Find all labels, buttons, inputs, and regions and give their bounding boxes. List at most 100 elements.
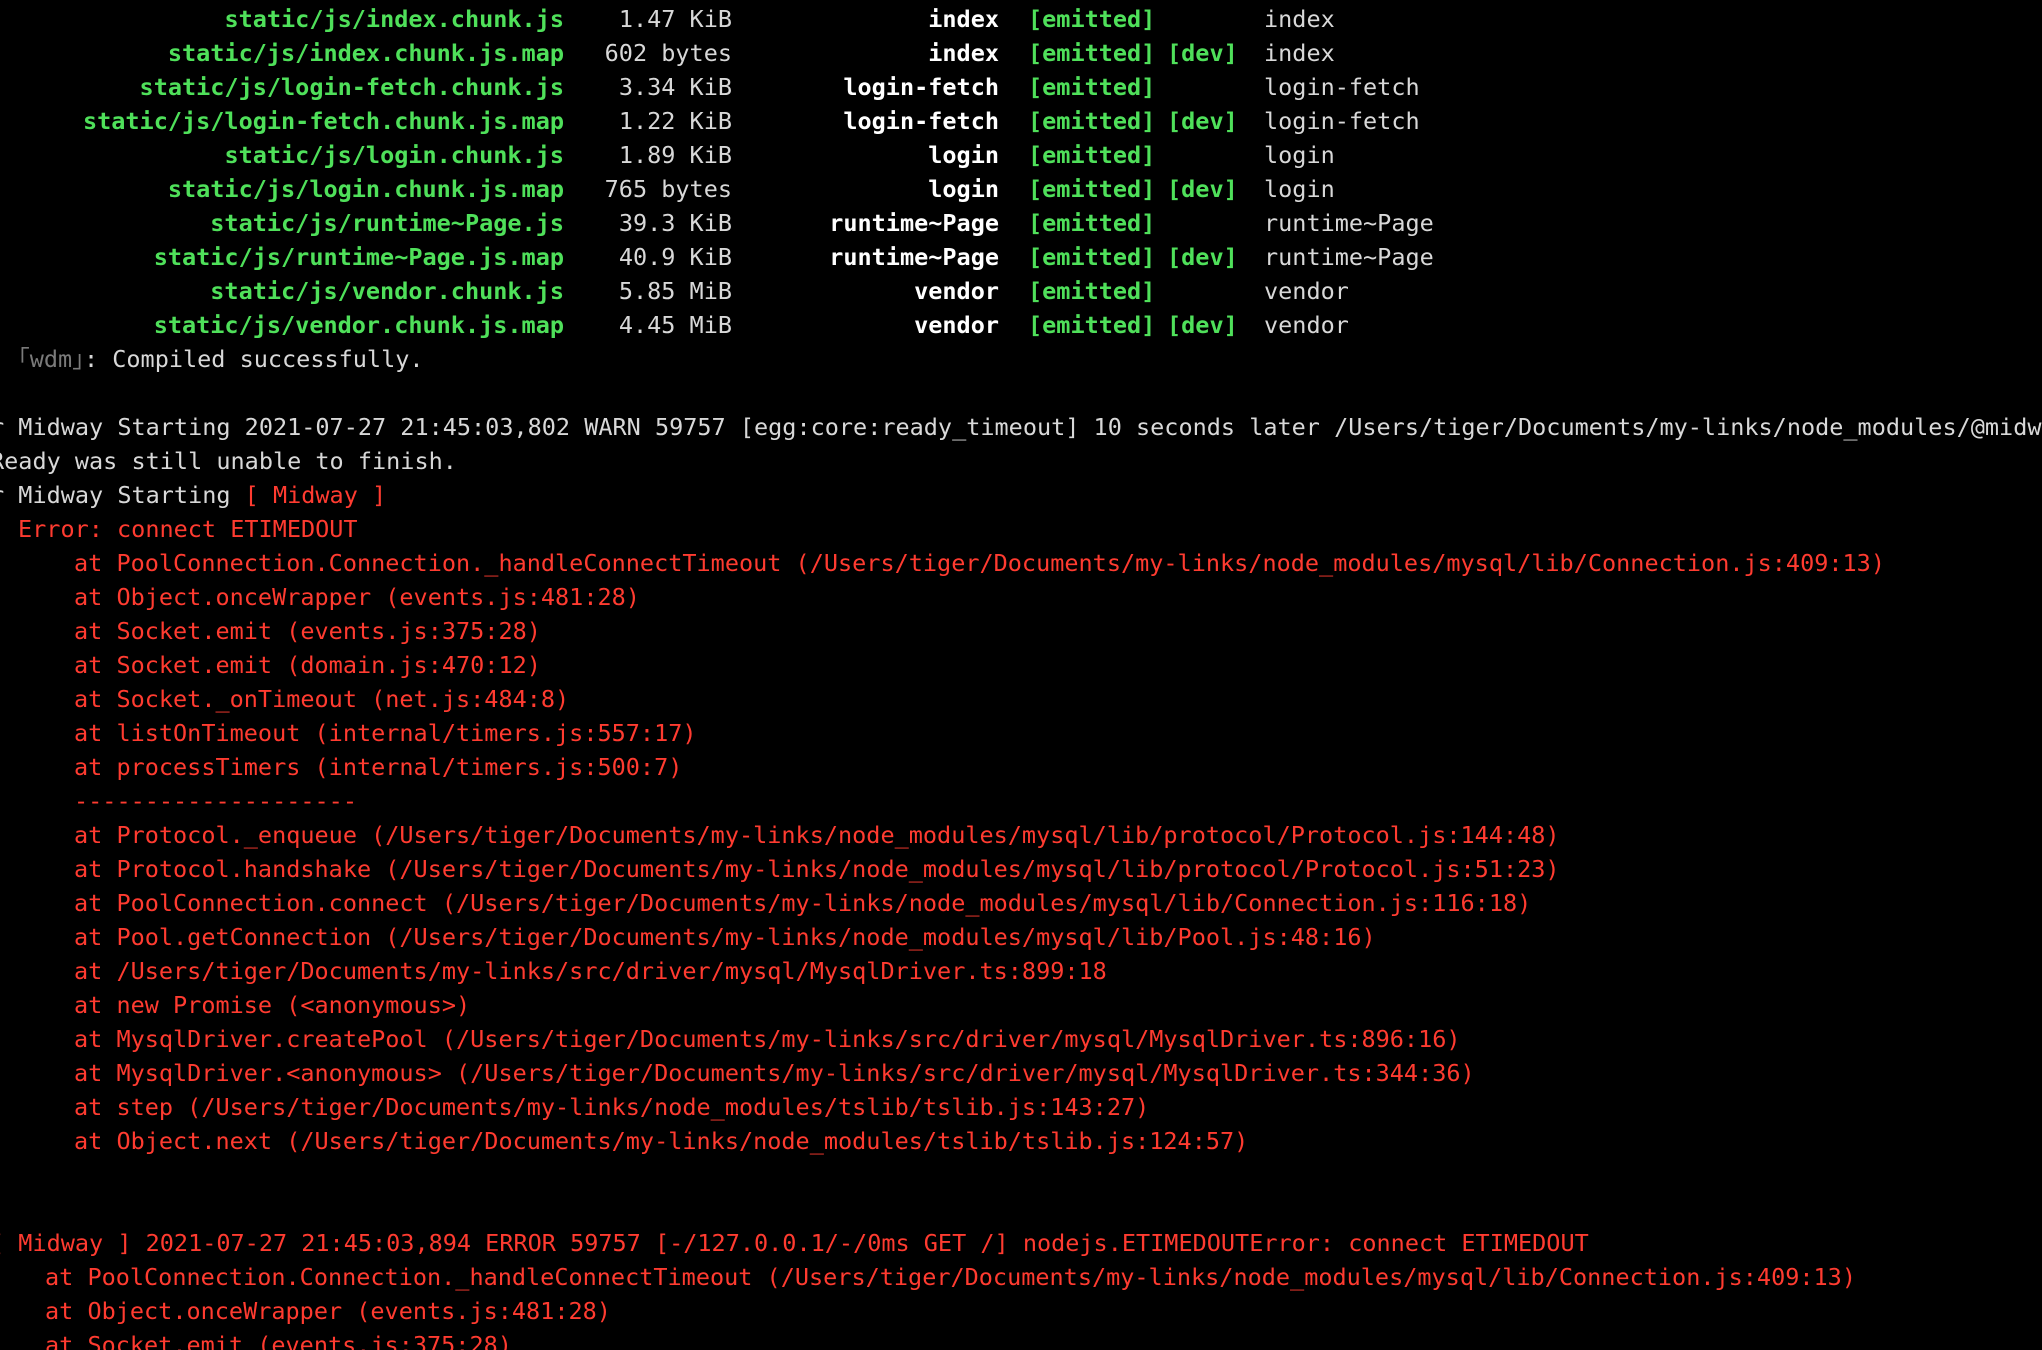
chunk-names: login-fetch <box>1264 73 1420 101</box>
log-text: at Socket.emit (domain.js:470:12) <box>74 651 541 679</box>
asset-name: static/js/vendor.chunk.js <box>210 277 564 305</box>
asset-row: static/js/vendor.chunk.js.map 4.45 MiB ven… <box>0 308 2042 342</box>
asset-row: static/js/index.chunk.js.map 602 bytes ind… <box>0 36 2042 70</box>
chunk-names: runtime~Page <box>1264 209 1434 237</box>
asset-chunks: vendor <box>914 277 999 305</box>
asset-name: static/js/index.chunk.js.map <box>167 39 564 67</box>
chunk-names: vendor <box>1264 277 1349 305</box>
asset-chunks: login-fetch <box>843 73 999 101</box>
log-line: at Protocol.handshake (/Users/tiger/Docu… <box>74 852 1560 886</box>
dev-flag: [dev] <box>1167 243 1238 271</box>
log-text: at Protocol.handshake (/Users/tiger/Docu… <box>74 855 1560 883</box>
asset-chunks: login-fetch <box>843 107 999 135</box>
asset-name: static/js/login-fetch.chunk.js <box>139 73 564 101</box>
log-line: r Midway Starting 2021-07-27 21:45:03,80… <box>0 410 2042 444</box>
asset-row: static/js/login.chunk.js.map 765 bytes log… <box>0 172 2042 206</box>
asset-size: 4.45 MiB <box>618 311 732 339</box>
log-line: at MysqlDriver.createPool (/Users/tiger/… <box>74 1022 1461 1056</box>
log-text: at /Users/tiger/Documents/my-links/src/d… <box>74 957 1107 985</box>
asset-size: 40.9 KiB <box>618 243 732 271</box>
asset-chunks: login <box>928 175 999 203</box>
asset-row: static/js/vendor.chunk.js 5.85 MiB vendor [… <box>0 274 2042 308</box>
asset-chunks: runtime~Page <box>829 209 999 237</box>
log-line: at new Promise (<anonymous>) <box>74 988 470 1022</box>
log-text: [ Midway ] 2021-07-27 21:45:03,894 ERROR… <box>0 1229 1589 1257</box>
dev-flag: [dev] <box>1167 39 1238 67</box>
emitted-flag: [emitted] <box>1028 107 1156 135</box>
asset-row: static/js/runtime~Page.js 39.3 KiB runtime… <box>0 206 2042 240</box>
asset-size: 3.34 KiB <box>618 73 732 101</box>
log-line: at PoolConnection.connect (/Users/tiger/… <box>74 886 1531 920</box>
asset-size: 1.22 KiB <box>618 107 732 135</box>
emitted-flag: [emitted] <box>1028 243 1156 271</box>
log-line: ｢wdm｣: Compiled successfully. <box>18 342 424 376</box>
asset-size: 1.47 KiB <box>618 5 732 33</box>
log-text: at Socket.emit (events.js:375:28) <box>74 617 541 645</box>
log-text: : Compiled successfully. <box>83 345 424 373</box>
log-line: at Socket.emit (domain.js:470:12) <box>74 648 541 682</box>
asset-row: static/js/login-fetch.chunk.js 3.34 KiB lo… <box>0 70 2042 104</box>
log-text: r Midway Starting 2021-07-27 21:45:03,80… <box>0 413 2042 441</box>
asset-name: static/js/runtime~Page.js.map <box>153 243 564 271</box>
emitted-flag: [emitted] <box>1028 277 1156 305</box>
emitted-flag: [emitted] <box>1028 73 1156 101</box>
dev-flag: [dev] <box>1167 311 1238 339</box>
asset-size: 39.3 KiB <box>618 209 732 237</box>
log-text: Error: connect ETIMEDOUT <box>18 515 358 543</box>
dev-flag: [dev] <box>1167 175 1238 203</box>
asset-name: static/js/index.chunk.js <box>224 5 564 33</box>
log-text: at PoolConnection.connect (/Users/tiger/… <box>74 889 1532 917</box>
emitted-flag: [emitted] <box>1028 311 1156 339</box>
log-line: -------------------- <box>74 784 357 818</box>
log-text: at Object.onceWrapper (events.js:481:28) <box>45 1297 611 1325</box>
log-line: at /Users/tiger/Documents/my-links/src/d… <box>74 954 1107 988</box>
emitted-flag: [emitted] <box>1028 141 1156 169</box>
log-text: at listOnTimeout (internal/timers.js:557… <box>74 719 697 747</box>
terminal-window[interactable]: static/js/index.chunk.js 1.47 KiB index [em… <box>0 0 2042 1350</box>
asset-name: static/js/runtime~Page.js <box>210 209 564 237</box>
chunk-names: login <box>1264 175 1335 203</box>
log-text: at PoolConnection.Connection._handleConn… <box>74 549 1885 577</box>
asset-name: static/js/login.chunk.js <box>224 141 564 169</box>
log-text: at step (/Users/tiger/Documents/my-links… <box>74 1093 1150 1121</box>
log-text: [ Midway ] <box>244 481 387 509</box>
asset-row: static/js/runtime~Page.js.map 40.9 KiB run… <box>0 240 2042 274</box>
asset-chunks: runtime~Page <box>829 243 999 271</box>
log-text: -------------------- <box>74 787 357 815</box>
asset-name: static/js/login.chunk.js.map <box>167 175 564 203</box>
log-line: Error: connect ETIMEDOUT <box>18 512 358 546</box>
asset-row: static/js/login.chunk.js 1.89 KiB login [em… <box>0 138 2042 172</box>
dev-flag: [dev] <box>1167 107 1238 135</box>
asset-chunks: vendor <box>914 311 999 339</box>
log-text: at MysqlDriver.createPool (/Users/tiger/… <box>74 1025 1461 1053</box>
log-line: at Object.onceWrapper (events.js:481:28) <box>74 580 640 614</box>
log-text: at processTimers (internal/timers.js:500… <box>74 753 683 781</box>
chunk-names: vendor <box>1264 311 1349 339</box>
asset-size: 765 bytes <box>604 175 732 203</box>
log-text: at PoolConnection.Connection._handleConn… <box>45 1263 1856 1291</box>
log-text: at Object.onceWrapper (events.js:481:28) <box>74 583 640 611</box>
log-line: at Pool.getConnection (/Users/tiger/Docu… <box>74 920 1376 954</box>
log-line: Ready was still unable to finish. <box>0 444 457 478</box>
log-text: at Socket._onTimeout (net.js:484:8) <box>74 685 570 713</box>
asset-name: static/js/login-fetch.chunk.js.map <box>82 107 564 135</box>
asset-size: 1.89 KiB <box>618 141 732 169</box>
log-text: at Socket.emit (events.js:375:28) <box>45 1331 512 1350</box>
chunk-names: index <box>1264 39 1335 67</box>
log-text: at MysqlDriver.<anonymous> (/Users/tiger… <box>74 1059 1475 1087</box>
log-line: at Socket._onTimeout (net.js:484:8) <box>74 682 569 716</box>
log-line: at PoolConnection.Connection._handleConn… <box>74 546 1885 580</box>
emitted-flag: [emitted] <box>1028 209 1156 237</box>
asset-row: static/js/index.chunk.js 1.47 KiB index [em… <box>0 2 2042 36</box>
log-text: ｢wdm｣ <box>18 345 84 373</box>
log-line: at Protocol._enqueue (/Users/tiger/Docum… <box>74 818 1560 852</box>
chunk-names: index <box>1264 5 1335 33</box>
chunk-names: login-fetch <box>1264 107 1420 135</box>
chunk-names: login <box>1264 141 1335 169</box>
asset-row: static/js/login-fetch.chunk.js.map 1.22 K… <box>0 104 2042 138</box>
log-line: [ Midway ] 2021-07-27 21:45:03,894 ERROR… <box>0 1226 1589 1260</box>
asset-name: static/js/vendor.chunk.js.map <box>153 311 564 339</box>
log-line: at step (/Users/tiger/Documents/my-links… <box>74 1090 1149 1124</box>
emitted-flag: [emitted] <box>1028 39 1156 67</box>
log-line: at Object.next (/Users/tiger/Documents/m… <box>74 1124 1248 1158</box>
